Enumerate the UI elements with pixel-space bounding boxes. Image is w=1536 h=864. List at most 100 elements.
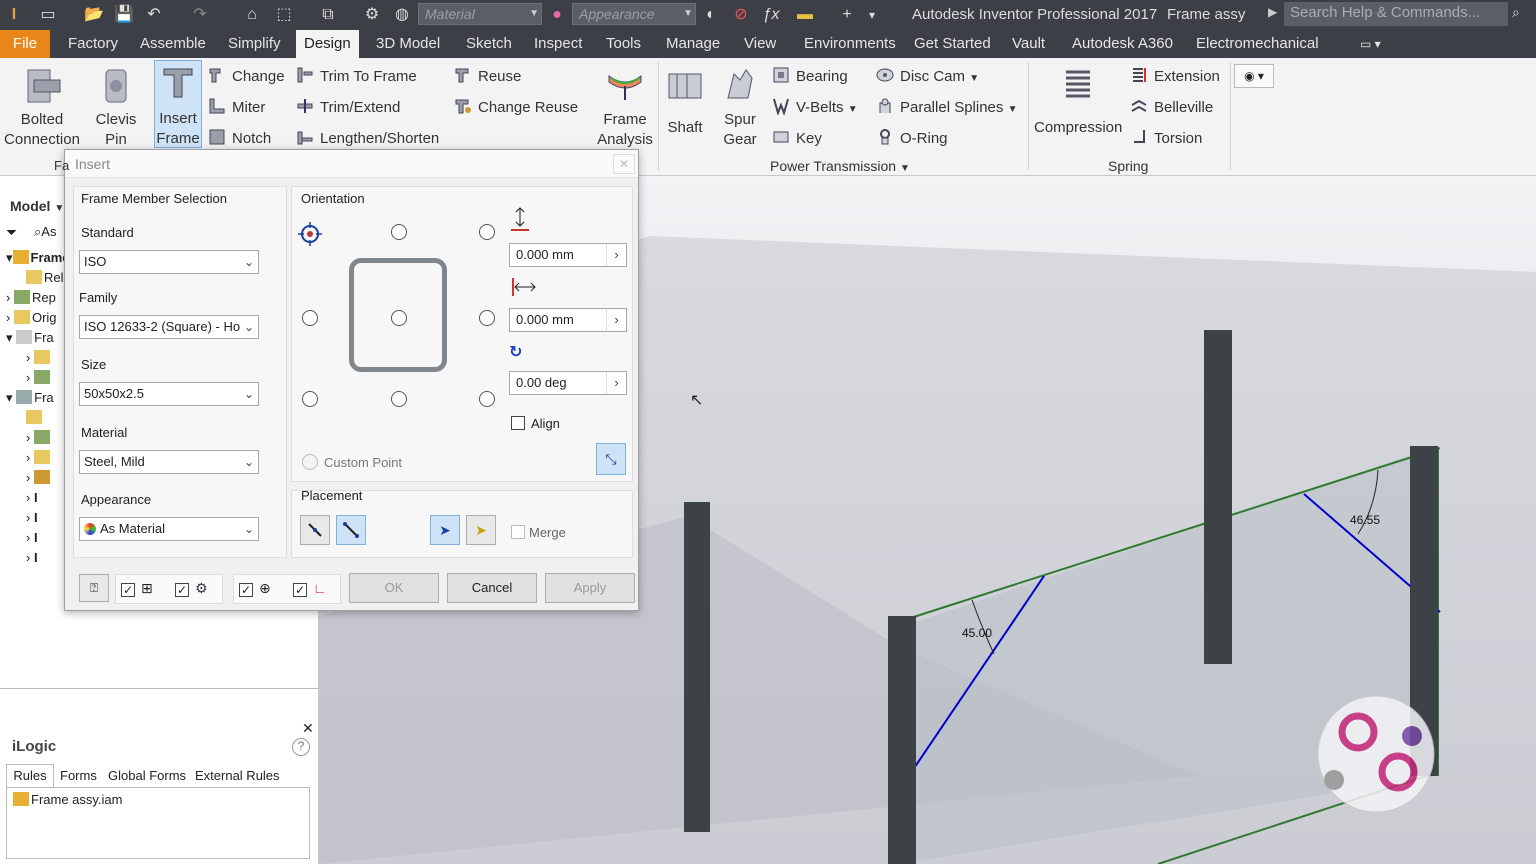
tree-item[interactable]: › <box>26 428 52 448</box>
help-button[interactable]: ⍰ <box>79 574 109 602</box>
tab-get-started[interactable]: Get Started <box>906 30 999 58</box>
notch-button[interactable]: Notch <box>208 128 271 148</box>
undo-icon[interactable]: ↶ <box>142 4 166 26</box>
frame-analysis-button[interactable]: Frame Analysis <box>594 62 656 150</box>
tree-root[interactable]: ▾ Frame <box>6 248 70 268</box>
chevron-right-icon[interactable]: › <box>606 244 626 266</box>
angle-label-right[interactable]: 46.55 <box>1350 513 1380 527</box>
chevron-right-icon[interactable]: › <box>606 309 626 331</box>
tree-item[interactable]: › I <box>26 528 38 548</box>
ilogic-splitter[interactable] <box>0 688 318 718</box>
chevron-down-icon[interactable]: ▼ <box>969 73 979 84</box>
tree-item[interactable] <box>26 408 44 428</box>
fx-icon[interactable]: ƒx <box>760 4 782 26</box>
clear-icon[interactable]: ⊘ <box>730 4 752 26</box>
anchor-radio-middle-right[interactable] <box>479 310 495 326</box>
shaft-button[interactable]: Shaft <box>662 62 708 138</box>
reuse-button[interactable]: Reuse <box>454 66 521 86</box>
anchor-radio-bottom-left[interactable] <box>302 391 318 407</box>
placement-edge-button[interactable] <box>300 515 330 545</box>
lengthen-shorten-button[interactable]: Lengthen/Shorten <box>296 128 439 148</box>
material-select[interactable]: Steel, Mild ⌄ <box>79 450 259 474</box>
return-icon[interactable]: ⬚ <box>272 4 296 26</box>
close-icon[interactable]: ✕ <box>302 720 314 737</box>
select-icon[interactable]: ⧉ <box>316 4 340 26</box>
tab-a360[interactable]: Autodesk A360 <box>1064 30 1181 58</box>
select-geometry-button[interactable]: ➤ <box>430 515 460 545</box>
save-icon[interactable]: 💾 <box>112 4 136 26</box>
tab-sketch[interactable]: Sketch <box>458 30 520 58</box>
chevron-down-icon[interactable]: ▼ <box>848 104 858 115</box>
tree-item[interactable]: › Rep <box>6 288 56 308</box>
tab-electromechanical[interactable]: Electromechanical <box>1188 30 1327 58</box>
spur-gear-button[interactable]: Spur Gear <box>716 62 764 150</box>
option-checkbox[interactable]: ✓ <box>239 583 253 597</box>
tree-item[interactable]: › <box>26 448 52 468</box>
align-checkbox[interactable] <box>511 416 525 430</box>
torsion-spring-button[interactable]: Torsion <box>1130 128 1202 148</box>
tab-rules[interactable]: Rules <box>6 764 54 788</box>
option-checkbox[interactable]: ✓ <box>175 583 189 597</box>
miter-button[interactable]: Miter <box>208 97 265 117</box>
horizontal-offset-input[interactable]: 0.000 mm › <box>509 308 627 332</box>
adjust-icon[interactable]: ◐ <box>700 4 722 26</box>
customize-icon[interactable]: ▾ <box>864 4 880 26</box>
tab-simplify[interactable]: Simplify <box>220 30 289 58</box>
merge-checkbox[interactable] <box>511 525 525 539</box>
mirror-profile-button[interactable]: ⤡ <box>596 443 626 475</box>
redo-icon[interactable]: ↷ <box>188 4 212 26</box>
chevron-down-icon[interactable]: ▼ <box>1008 104 1018 115</box>
tab-design[interactable]: Design <box>296 30 359 58</box>
compression-spring-button[interactable]: Compression <box>1034 62 1122 138</box>
select-reverse-button[interactable]: ➤ <box>466 515 496 545</box>
file-tab[interactable]: File <box>0 30 50 58</box>
insert-frame-button[interactable]: Insert Frame <box>154 60 202 148</box>
appearance-select[interactable]: As Material ⌄ <box>79 517 259 541</box>
model-browser-title[interactable]: Model ▼ <box>10 198 64 214</box>
option-checkbox[interactable]: ✓ <box>293 583 307 597</box>
vertical-offset-input[interactable]: 0.000 mm › <box>509 243 627 267</box>
power-transmission-panel-label[interactable]: Power Transmission ▼ <box>770 158 910 174</box>
anchor-radio-middle-left[interactable] <box>302 310 318 326</box>
inventor-logo-icon[interactable]: I <box>4 4 24 26</box>
new-icon[interactable]: ▭ <box>36 4 60 26</box>
bearing-button[interactable]: Bearing <box>772 66 848 86</box>
angle-label-left[interactable]: 45.00 <box>962 626 992 640</box>
apply-button[interactable]: Apply <box>545 573 635 603</box>
home-icon[interactable]: ⌂ <box>240 4 264 26</box>
ok-button[interactable]: OK <box>349 573 439 603</box>
change-button[interactable]: Change <box>208 66 285 86</box>
measure-icon[interactable]: ▬ <box>790 4 820 26</box>
tab-assemble[interactable]: Assemble <box>132 30 214 58</box>
disc-cam-button[interactable]: Disc Cam ▼ <box>876 66 979 88</box>
ribbon-extra-dropdown[interactable]: ◉ ▾ <box>1234 64 1274 88</box>
material-combo[interactable]: Material ▼ <box>418 3 542 25</box>
tab-manage[interactable]: Manage <box>658 30 728 58</box>
tree-item[interactable]: › I <box>26 488 38 508</box>
anchor-radio-top-right[interactable] <box>479 224 495 240</box>
close-icon[interactable]: ✕ <box>613 154 635 174</box>
tree-item[interactable]: › I <box>26 508 38 528</box>
tab-inspect[interactable]: Inspect <box>526 30 590 58</box>
tree-item[interactable]: ▾ Fra <box>6 388 54 408</box>
bolted-connection-button[interactable]: Bolted Connection <box>2 62 82 150</box>
cancel-button[interactable]: Cancel <box>447 573 537 603</box>
chevron-right-icon[interactable]: › <box>606 372 626 394</box>
family-select[interactable]: ISO 12633-2 (Square) - Ho ⌄ <box>79 315 259 339</box>
help-icon[interactable]: ? <box>292 738 310 756</box>
tree-item[interactable]: › <box>26 468 52 488</box>
tree-item[interactable]: ▾ Fra <box>6 328 54 348</box>
anchor-radio-bottom-center[interactable] <box>391 391 407 407</box>
tree-item[interactable]: › Orig <box>6 308 57 328</box>
tab-global-forms[interactable]: Global Forms <box>104 766 190 785</box>
size-select[interactable]: 50x50x2.5 ⌄ <box>79 382 259 406</box>
o-ring-button[interactable]: O-Ring <box>876 128 948 148</box>
belleville-spring-button[interactable]: Belleville <box>1130 97 1213 117</box>
browser-search[interactable]: ⌕As <box>34 224 56 240</box>
tree-item[interactable]: › I <box>26 548 38 568</box>
tab-vault[interactable]: Vault <box>1004 30 1053 58</box>
rotation-angle-input[interactable]: 0.00 deg › <box>509 371 627 395</box>
trim-extend-button[interactable]: Trim/Extend <box>296 97 400 117</box>
tree-item[interactable]: › <box>26 368 52 388</box>
add-icon[interactable]: + <box>836 4 858 26</box>
